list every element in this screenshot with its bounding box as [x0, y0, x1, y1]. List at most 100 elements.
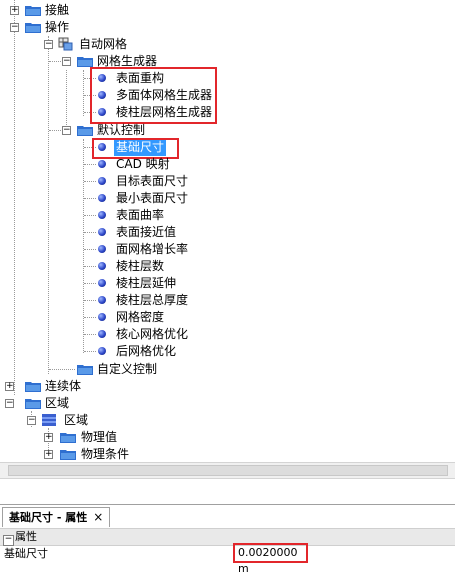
node-icon — [98, 228, 106, 236]
collapse-icon[interactable]: − — [5, 399, 14, 408]
tree-label: 自定义控制 — [97, 362, 158, 376]
tree-label: 物理条件 — [81, 447, 130, 461]
expand-icon[interactable]: + — [5, 382, 14, 391]
collapse-icon[interactable]: − — [62, 57, 71, 66]
collapse-icon[interactable]: − — [10, 23, 19, 32]
tree-label: 操作 — [45, 20, 70, 34]
tree-line — [84, 249, 96, 250]
tree-line — [84, 351, 96, 352]
tree-node-contact[interactable]: + 接触 — [0, 2, 200, 19]
folder-icon — [25, 23, 41, 33]
node-icon — [98, 347, 106, 355]
tree-node-default-controls[interactable]: − 默认控制 — [0, 122, 220, 139]
node-icon — [98, 296, 106, 304]
expand-icon[interactable]: + — [44, 433, 53, 442]
tree-node-operations[interactable]: − 操作 — [0, 19, 200, 36]
close-icon[interactable]: × — [93, 510, 103, 524]
tree-line — [84, 334, 96, 335]
node-icon — [98, 211, 106, 219]
tree-line — [84, 300, 96, 301]
highlight-box — [90, 67, 217, 124]
tree-node-surface-proximity[interactable]: 表面接近值 — [0, 224, 200, 241]
region-icon — [42, 414, 56, 426]
expand-icon[interactable]: + — [44, 450, 53, 459]
tree-line — [84, 266, 96, 267]
tree-node-prism-layer-count[interactable]: 棱柱层数 — [0, 258, 200, 275]
tree-node-region[interactable]: − 区域 — [0, 412, 200, 429]
tree-node-prism-layer-thickness[interactable]: 棱柱层总厚度 — [0, 292, 200, 309]
tree-line — [84, 181, 96, 182]
tree-node-auto-mesh[interactable]: − 自动网格 — [0, 36, 200, 53]
tree-node-core-mesh-optimization[interactable]: 核心网格优化 — [0, 326, 200, 343]
tree-node-min-surface-size[interactable]: 最小表面尺寸 — [0, 190, 200, 207]
tree-node-continua[interactable]: + 连续体 — [0, 378, 200, 395]
node-icon — [98, 330, 106, 338]
tree-label: 区域 — [64, 413, 89, 427]
tree-node-physics-conditions[interactable]: + 物理条件 — [0, 446, 200, 462]
property-row-base-size[interactable]: 基础尺寸 0.0020000 m — [0, 543, 455, 575]
tree-node-surface-growth-rate[interactable]: 面网格增长率 — [0, 241, 200, 258]
tree-line — [84, 317, 96, 318]
tree-label: 表面曲率 — [116, 208, 165, 222]
tree-label: 棱柱层延伸 — [116, 276, 177, 290]
node-icon — [98, 160, 106, 168]
node-icon — [98, 313, 106, 321]
folder-icon — [25, 6, 41, 16]
tree-line — [49, 369, 75, 370]
tab-title: 基础尺寸 - 属性 — [9, 511, 88, 524]
properties-tab[interactable]: 基础尺寸 - 属性 × — [2, 507, 111, 527]
tree-label: 最小表面尺寸 — [116, 191, 189, 205]
tree-footer-space — [0, 479, 455, 504]
collapse-icon[interactable]: − — [62, 126, 71, 135]
property-value-field[interactable]: 0.0020000 m — [233, 543, 308, 575]
node-icon — [98, 279, 106, 287]
tree-node-prism-layer-stretching[interactable]: 棱柱层延伸 — [0, 275, 200, 292]
node-icon — [98, 262, 106, 270]
folder-icon — [60, 433, 76, 443]
properties-section-header[interactable]: − 属性 — [0, 528, 455, 546]
tree-label: 网格密度 — [116, 310, 165, 324]
tree-label: 连续体 — [45, 379, 82, 393]
property-name: 基础尺寸 — [4, 547, 48, 560]
section-label: 属性 — [15, 530, 37, 543]
tree-label: 棱柱层数 — [116, 259, 165, 273]
tree-line — [49, 61, 61, 62]
tree-label: 默认控制 — [97, 123, 146, 137]
tree-node-physics-values[interactable]: + 物理值 — [0, 429, 200, 446]
folder-icon — [77, 126, 93, 136]
collapse-icon[interactable]: − — [44, 40, 53, 49]
folder-icon — [25, 382, 41, 392]
tree-node-surface-curvature[interactable]: 表面曲率 — [0, 207, 200, 224]
collapse-icon[interactable]: − — [27, 416, 36, 425]
tree-line — [84, 164, 96, 165]
folder-icon — [77, 57, 93, 67]
tree-label: 自动网格 — [79, 37, 128, 51]
tree-label: 区域 — [45, 396, 70, 410]
tree-line — [84, 232, 96, 233]
tree-node-target-surface-size[interactable]: 目标表面尺寸 — [0, 173, 200, 190]
tree-node-post-mesh-optimization[interactable]: 后网格优化 — [0, 343, 200, 360]
node-icon — [98, 177, 106, 185]
folder-icon — [77, 365, 93, 375]
mesh-operation-icon — [58, 37, 73, 51]
tree-node-custom-controls[interactable]: 自定义控制 — [0, 361, 220, 378]
tree-label: 目标表面尺寸 — [116, 174, 189, 188]
simulation-tree: + 接触 − 操作 − 自动网格 − 网格生成器 表面重构 多面体网格生成器 棱… — [0, 0, 455, 462]
tree-label: 面网格增长率 — [116, 242, 189, 256]
tree-label: CAD 映射 — [116, 157, 170, 171]
node-icon — [98, 245, 106, 253]
tree-label: 物理值 — [81, 430, 118, 444]
tree-line — [84, 215, 96, 216]
properties-panel: 基础尺寸 - 属性 × − 属性 基础尺寸 0.0020000 m — [0, 504, 455, 575]
expand-icon[interactable]: + — [10, 6, 19, 15]
tree-node-cad-projection[interactable]: CAD 映射 — [0, 156, 200, 173]
tree-node-mesh-density[interactable]: 网格密度 — [0, 309, 200, 326]
tree-node-regions[interactable]: − 区域 — [0, 395, 200, 412]
tree-line — [84, 283, 96, 284]
scrollbar-thumb[interactable] — [8, 465, 448, 476]
tree-label: 后网格优化 — [116, 344, 177, 358]
tree-label: 棱柱层总厚度 — [116, 293, 189, 307]
tree-label: 表面接近值 — [116, 225, 177, 239]
horizontal-scrollbar[interactable] — [0, 462, 455, 479]
folder-icon — [25, 399, 41, 409]
